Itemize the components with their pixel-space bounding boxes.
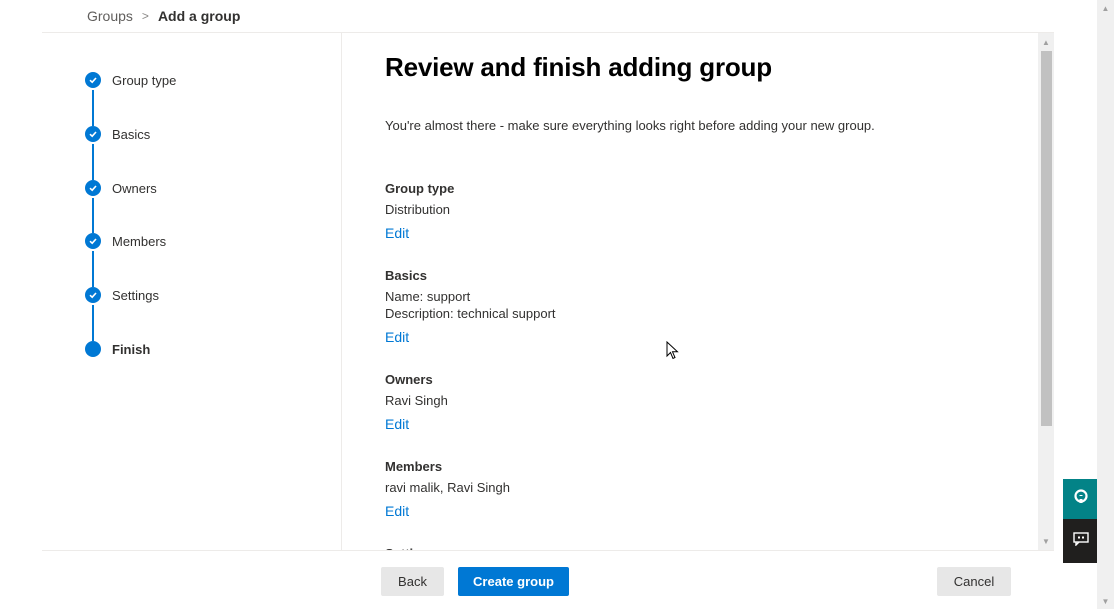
help-button[interactable]	[1063, 479, 1099, 519]
step-connector	[92, 144, 94, 180]
section-heading: Basics	[385, 268, 427, 283]
breadcrumb-groups-link[interactable]: Groups	[87, 8, 133, 24]
intro-text: You're almost there - make sure everythi…	[385, 118, 875, 133]
step-group-type[interactable]: Group type	[85, 70, 176, 90]
section-basics: Basics Name: support Description: techni…	[385, 266, 556, 347]
section-heading: Group type	[385, 181, 455, 196]
step-finish: Finish	[85, 339, 150, 359]
edit-members-link[interactable]: Edit	[385, 503, 409, 519]
review-content[interactable]: Review and finish adding group You're al…	[342, 33, 1038, 550]
wizard-footer: Back Create group Cancel	[0, 552, 1097, 609]
back-button[interactable]: Back	[381, 567, 444, 596]
step-label: Group type	[112, 72, 177, 88]
section-settings: Settings	[385, 544, 436, 550]
wizard-stepper: Group type Basics Owners Members Setting…	[42, 33, 342, 550]
content-scrollbar[interactable]: ▲ ▼	[1038, 33, 1054, 550]
edit-basics-link[interactable]: Edit	[385, 329, 409, 345]
step-basics[interactable]: Basics	[85, 124, 150, 144]
check-circle-icon	[85, 287, 101, 303]
current-step-dot-icon	[85, 341, 101, 357]
page-scroll-up-arrow-icon[interactable]: ▲	[1097, 0, 1114, 16]
headset-icon	[1074, 488, 1088, 510]
check-circle-icon	[85, 233, 101, 249]
chevron-right-icon: >	[141, 9, 149, 23]
section-value: Ravi Singh	[385, 393, 448, 408]
cancel-button[interactable]: Cancel	[937, 567, 1011, 596]
step-owners[interactable]: Owners	[85, 178, 157, 198]
section-members: Members ravi malik, Ravi Singh Edit	[385, 457, 510, 521]
step-members[interactable]: Members	[85, 231, 166, 251]
breadcrumb-current: Add a group	[157, 8, 241, 24]
step-label: Basics	[112, 126, 151, 142]
section-owners: Owners Ravi Singh Edit	[385, 370, 448, 434]
section-heading: Owners	[385, 372, 433, 387]
section-heading: Members	[385, 459, 443, 474]
scroll-down-arrow-icon[interactable]: ▼	[1038, 533, 1054, 549]
section-value: ravi malik, Ravi Singh	[385, 480, 510, 495]
check-circle-icon	[85, 72, 101, 88]
section-group-type: Group type Distribution Edit	[385, 179, 454, 243]
edit-owners-link[interactable]: Edit	[385, 416, 409, 432]
step-connector	[92, 198, 94, 233]
step-connector	[92, 251, 94, 287]
page-scroll-down-arrow-icon[interactable]: ▼	[1097, 593, 1114, 609]
scroll-up-arrow-icon[interactable]: ▲	[1038, 34, 1054, 50]
create-group-button[interactable]: Create group	[458, 567, 569, 596]
breadcrumb: Groups > Add a group	[87, 6, 240, 26]
section-value: Distribution	[385, 202, 451, 217]
step-connector	[92, 305, 94, 341]
step-label: Owners	[112, 180, 157, 196]
section-value: Name: support	[385, 289, 471, 304]
step-label: Members	[112, 233, 167, 249]
step-label: Settings	[112, 287, 159, 303]
feedback-chat-icon	[1073, 531, 1089, 551]
section-value: Description: technical support	[385, 306, 556, 321]
check-circle-icon	[85, 180, 101, 196]
page-title: Review and finish adding group	[385, 52, 772, 82]
scrollbar-thumb[interactable]	[1041, 51, 1052, 426]
section-heading: Settings	[385, 544, 436, 550]
page-scrollbar[interactable]: ▲ ▼	[1097, 0, 1114, 609]
step-settings[interactable]: Settings	[85, 285, 159, 305]
edit-group-type-link[interactable]: Edit	[385, 225, 409, 241]
check-circle-icon	[85, 126, 101, 142]
step-connector	[92, 90, 94, 126]
step-label: Finish	[112, 341, 151, 357]
mouse-cursor-icon	[666, 341, 679, 360]
feedback-button[interactable]	[1063, 519, 1099, 563]
wizard-panel: Group type Basics Owners Members Setting…	[42, 32, 1054, 551]
